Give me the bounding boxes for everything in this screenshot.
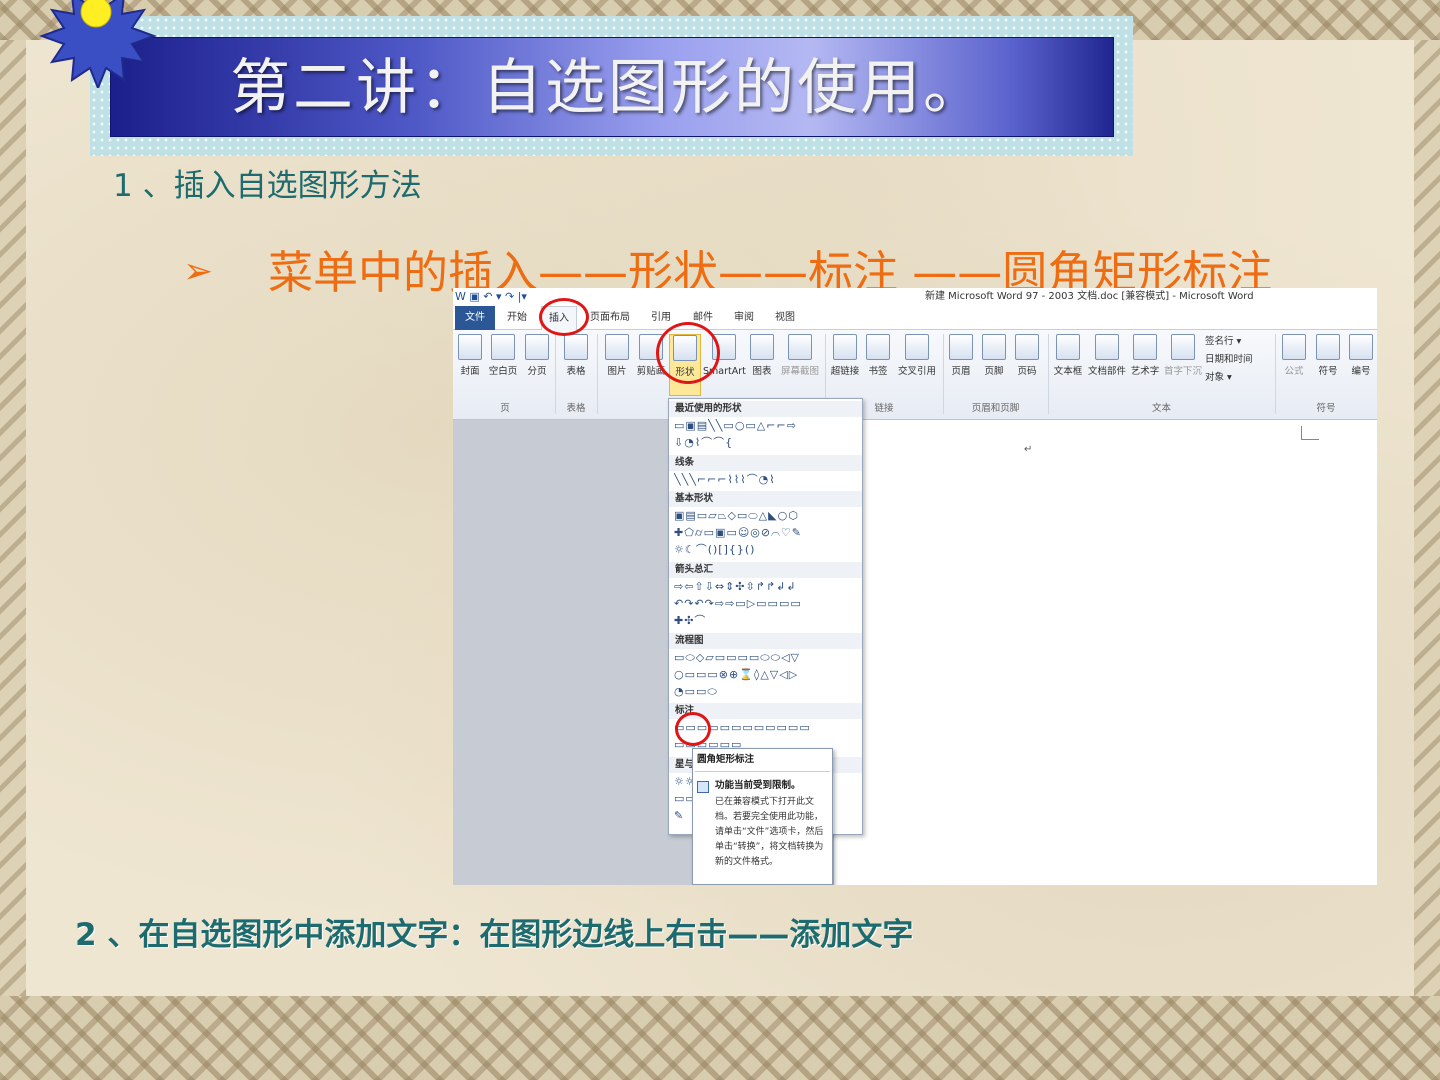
group-label-text: 文本	[1151, 403, 1171, 414]
numbering-button[interactable]: 编号	[1346, 334, 1376, 390]
drop-cap-button[interactable]: 首字下沉	[1162, 334, 1204, 390]
section-basic-shapes: 基本形状	[669, 491, 862, 507]
table-icon	[564, 334, 588, 360]
sun-icon	[39, 0, 157, 88]
shape-row[interactable]: ⇨⇦⇧⇩⇔⇕✣⇳↱↱↲↲	[674, 580, 860, 594]
chart-icon	[750, 334, 774, 360]
cross-reference-icon	[905, 334, 929, 360]
signature-line-button[interactable]: 签名行 ▾	[1205, 334, 1241, 350]
tooltip-title: 圆角矩形标注	[697, 754, 755, 765]
date-time-button[interactable]: 日期和时间	[1205, 352, 1253, 368]
object-button[interactable]: 对象 ▾	[1205, 370, 1232, 386]
shapes-button-highlight-circle	[656, 322, 720, 384]
tab-page-layout[interactable]: 页面布局	[585, 306, 635, 330]
header-icon	[949, 334, 973, 360]
shape-row[interactable]: ☼☾⌒()[]{}()	[674, 543, 860, 557]
omega-icon	[1316, 334, 1340, 360]
tab-review[interactable]: 审阅	[726, 306, 762, 330]
shape-row[interactable]: ╲╲╲⌐⌐⌐⌇⌇⌇⌒◔⌇	[674, 473, 860, 487]
picture-button[interactable]: 图片	[601, 334, 633, 390]
footer-icon	[982, 334, 1006, 360]
footer-button[interactable]: 页脚	[979, 334, 1009, 390]
hyperlink-button[interactable]: 超链接	[828, 334, 862, 390]
tab-file[interactable]: 文件	[455, 306, 495, 330]
header-button[interactable]: 页眉	[946, 334, 976, 390]
cover-page-icon	[458, 334, 482, 360]
slide-title: 第二讲：自选图形的使用。	[230, 53, 986, 123]
section-lines: 线条	[669, 455, 862, 471]
ribbon: 封面 空白页 分页 表格 图片 剪贴画 形状 SmartArt 图表 屏幕截图 …	[453, 330, 1377, 420]
bookmark-icon	[866, 334, 890, 360]
tooltip-heading: 功能当前受到限制。	[715, 780, 801, 791]
quick-access-icons[interactable]: W ▣ ↶ ▾ ↷ |▾	[455, 289, 527, 305]
bullet-arrow-icon: ➢	[183, 251, 214, 292]
shape-row[interactable]: ↶↷↶↷⇨⇨▭▷▭▭▭▭	[674, 597, 860, 611]
chart-button[interactable]: 图表	[748, 334, 776, 390]
table-button[interactable]: 表格	[559, 334, 593, 390]
shape-row[interactable]: ▭▣▤╲╲▭○▭△⌐⌐⇨	[674, 419, 860, 433]
tab-home[interactable]: 开始	[499, 306, 535, 330]
bookmark-button[interactable]: 书签	[864, 334, 892, 390]
screenshot-button[interactable]: 屏幕截图	[779, 334, 821, 390]
numbering-icon	[1349, 334, 1373, 360]
text-box-icon	[1056, 334, 1080, 360]
margin-corner-mark	[1301, 426, 1319, 440]
blank-page-button[interactable]: 空白页	[486, 334, 520, 390]
screenshot-icon	[788, 334, 812, 360]
group-label-header-footer: 页眉和页脚	[971, 403, 1020, 414]
section-block-arrows: 箭头总汇	[669, 562, 862, 578]
page-break-icon	[525, 334, 549, 360]
pi-icon	[1282, 334, 1306, 360]
document-area: ↵	[453, 420, 1377, 885]
symbol-button[interactable]: 符号	[1313, 334, 1343, 390]
page-break-button[interactable]: 分页	[522, 334, 552, 390]
group-label-tables: 表格	[566, 403, 586, 414]
decorative-border-left	[0, 40, 26, 996]
quick-access-toolbar: W ▣ ↶ ▾ ↷ |▾ 新建 Microsoft Word 97 - 2003…	[453, 288, 1377, 306]
picture-icon	[605, 334, 629, 360]
section-flowchart: 流程图	[669, 633, 862, 649]
cover-page-button[interactable]: 封面	[455, 334, 485, 390]
drop-cap-icon	[1171, 334, 1195, 360]
insert-tab-highlight-circle	[539, 298, 589, 336]
ribbon-separator	[597, 334, 598, 414]
ribbon-tabs: 文件 开始 插入 页面布局 引用 邮件 审阅 视图	[453, 306, 1377, 330]
decorative-border-bottom	[0, 996, 1440, 1080]
section-heading-1: 1 、插入自选图形方法	[113, 168, 422, 204]
tab-view[interactable]: 视图	[767, 306, 803, 330]
group-label-symbols: 符号	[1316, 403, 1336, 414]
shape-row[interactable]: ◔▭▭⬭	[674, 685, 860, 699]
text-box-button[interactable]: 文本框	[1051, 334, 1085, 390]
decorative-border-right	[1414, 40, 1440, 996]
page-number-button[interactable]: 页码	[1012, 334, 1042, 390]
section-recent-shapes: 最近使用的形状	[669, 401, 862, 417]
shape-row[interactable]: ▣▤▭▱⏢◇▭⬭△◣○⬡	[674, 509, 860, 523]
shape-tooltip: 圆角矩形标注 功能当前受到限制。 已在兼容模式下打开此文档。若要完全使用此功能，…	[692, 748, 833, 885]
rounded-callout-highlight-circle	[675, 712, 711, 746]
equation-button[interactable]: 公式	[1279, 334, 1309, 390]
paragraph-mark: ↵	[1024, 444, 1033, 455]
info-icon	[697, 781, 709, 793]
cross-reference-button[interactable]: 交叉引用	[894, 334, 940, 390]
shape-row[interactable]: ✚✣⌒	[674, 614, 860, 628]
page-number-icon	[1015, 334, 1039, 360]
wordart-icon	[1133, 334, 1157, 360]
tooltip-divider	[695, 771, 830, 772]
quick-parts-button[interactable]: 文档部件	[1087, 334, 1127, 390]
wordart-button[interactable]: 艺术字	[1129, 334, 1161, 390]
document-page[interactable]: ↵	[834, 420, 1377, 885]
word-screenshot: W ▣ ↶ ▾ ↷ |▾ 新建 Microsoft Word 97 - 2003…	[453, 288, 1377, 885]
globe-icon	[833, 334, 857, 360]
shape-row[interactable]: ▭⬭◇▱▭▭▭▭⬭⬭◁▽	[674, 651, 860, 665]
window-title: 新建 Microsoft Word 97 - 2003 文档.doc [兼容模式…	[925, 291, 1254, 302]
tooltip-body: 已在兼容模式下打开此文档。若要完全使用此功能，请单击“文件”选项卡，然后单击“转…	[715, 797, 824, 867]
blank-page-icon	[491, 334, 515, 360]
quick-parts-icon	[1095, 334, 1119, 360]
shape-row[interactable]: ○▭▭▭⊗⊕⌛◊△▽◁▷	[674, 668, 860, 682]
section-heading-2: 2 、在自选图形中添加文字：在图形边线上右击——添加文字	[75, 917, 914, 953]
group-label-pages: 页	[500, 403, 510, 414]
shape-row[interactable]: ✚⬠⌭▭▣▭☺◎⊘⌒♡✎	[674, 526, 860, 540]
shape-row[interactable]: ⇩◔⌇⌒⌒{	[674, 436, 860, 450]
